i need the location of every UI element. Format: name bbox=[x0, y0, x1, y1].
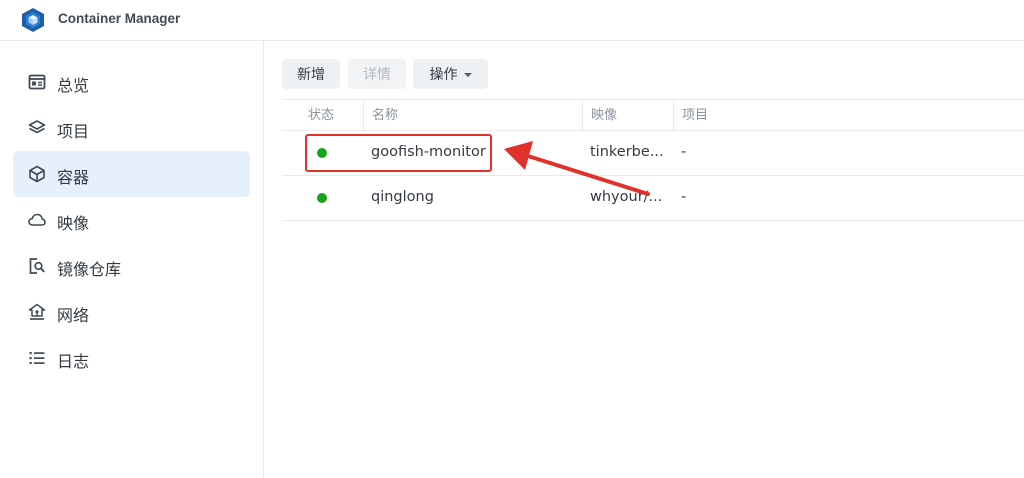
table-header: 状态 名称 映像 项目 bbox=[282, 99, 1024, 131]
box-icon bbox=[29, 165, 45, 183]
cloud-icon bbox=[28, 213, 46, 226]
container-name: goofish-monitor bbox=[371, 144, 486, 160]
running-status-icon bbox=[317, 193, 327, 203]
actions-label: 操作 bbox=[429, 67, 458, 83]
sidebar-item-label: 镜像仓库 bbox=[57, 260, 122, 279]
cube-hexagon-logo-icon bbox=[22, 8, 44, 32]
sidebar-item-projects[interactable]: 项目 bbox=[13, 105, 250, 151]
column-header-name[interactable]: 名称 bbox=[363, 100, 398, 131]
sidebar-item-containers[interactable]: 容器 bbox=[13, 151, 250, 197]
container-image: whyour/... bbox=[590, 189, 663, 205]
container-name: qinglong bbox=[371, 189, 434, 205]
sidebar-item-registry[interactable]: 镜像仓库 bbox=[13, 243, 250, 289]
sidebar: 总览 项目 容器 映像 镜像仓库 网络 日志 bbox=[0, 41, 264, 478]
overview-icon bbox=[28, 74, 46, 90]
title-bar: Container Manager bbox=[0, 0, 1024, 41]
list-icon bbox=[29, 352, 45, 365]
registry-search-icon bbox=[29, 258, 45, 274]
container-manager-window: Container Manager 总览 项目 容器 映像 镜像仓库 网络 日志… bbox=[0, 0, 1024, 478]
details-button[interactable]: 详情 bbox=[348, 59, 406, 89]
sidebar-item-label: 日志 bbox=[57, 352, 90, 371]
column-header-image[interactable]: 映像 bbox=[582, 100, 617, 131]
table-row[interactable]: qinglong whyour/... - bbox=[282, 176, 1024, 221]
new-button[interactable]: 新增 bbox=[282, 59, 340, 89]
sidebar-item-label: 网络 bbox=[57, 306, 90, 325]
sidebar-item-label: 容器 bbox=[57, 168, 90, 187]
container-image: tinkerbe... bbox=[590, 144, 664, 160]
sidebar-item-label: 总览 bbox=[57, 76, 90, 95]
layers-icon bbox=[28, 120, 46, 134]
sidebar-item-images[interactable]: 映像 bbox=[13, 197, 250, 243]
column-header-status[interactable]: 状态 bbox=[300, 100, 334, 131]
sidebar-item-overview[interactable]: 总览 bbox=[13, 59, 250, 105]
caret-down-icon bbox=[463, 73, 472, 77]
actions-dropdown-button[interactable]: 操作 bbox=[413, 59, 488, 89]
sidebar-item-label: 映像 bbox=[57, 214, 90, 233]
sidebar-item-logs[interactable]: 日志 bbox=[13, 335, 250, 381]
sidebar-item-network[interactable]: 网络 bbox=[13, 289, 250, 335]
running-status-icon bbox=[317, 148, 327, 158]
container-project: - bbox=[681, 189, 687, 205]
network-icon bbox=[28, 303, 46, 320]
sidebar-item-label: 项目 bbox=[57, 122, 90, 141]
column-header-project[interactable]: 项目 bbox=[673, 100, 708, 131]
table-row[interactable]: goofish-monitor tinkerbe... - bbox=[282, 131, 1024, 176]
container-project: - bbox=[681, 144, 687, 160]
app-title: Container Manager bbox=[58, 11, 181, 26]
